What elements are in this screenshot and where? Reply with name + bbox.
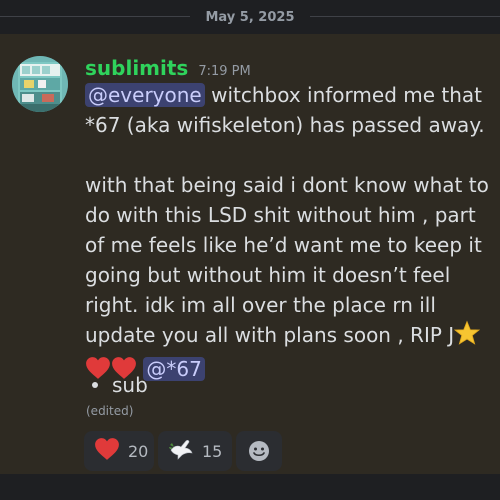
message-header: sublimits 7:19 PM xyxy=(85,56,251,80)
divider-date: May 5, 2025 xyxy=(205,9,295,25)
bullet-icon xyxy=(92,382,98,388)
reactions-bar: 20 15 xyxy=(84,431,282,471)
list-item-text: sub xyxy=(112,373,148,397)
dove-icon xyxy=(168,436,194,466)
timestamp[interactable]: 7:19 PM xyxy=(198,64,250,79)
divider-line-left xyxy=(0,16,190,17)
chat-frame: May 5, 2025 sublimits 7:19 PM @everyone … xyxy=(0,0,500,500)
avatar-image xyxy=(12,56,68,112)
edited-label[interactable]: (edited) xyxy=(86,404,133,418)
message-item[interactable]: sublimits 7:19 PM @everyone witchbox inf… xyxy=(0,34,500,474)
mention-user[interactable]: @*67 xyxy=(143,357,205,381)
red-heart-icon xyxy=(94,437,120,465)
bottom-bar xyxy=(0,474,500,500)
message-paragraph-2: with that being said i dont know what to… xyxy=(85,170,495,388)
message-content: @everyone witchbox informed me that *67 … xyxy=(85,80,495,388)
list-item: sub xyxy=(92,373,148,397)
date-divider: May 5, 2025 xyxy=(0,0,500,34)
reaction-count: 20 xyxy=(128,441,149,461)
message-paragraph-2-text: with that being said i dont know what to… xyxy=(85,173,489,347)
username[interactable]: sublimits xyxy=(85,56,188,80)
message-paragraph-1: @everyone witchbox informed me that *67 … xyxy=(85,80,495,140)
avatar[interactable] xyxy=(12,56,68,112)
reaction-heart[interactable]: 20 xyxy=(84,431,154,471)
star-emoji xyxy=(454,320,481,354)
reaction-dove[interactable]: 15 xyxy=(158,431,232,471)
add-reaction-button[interactable] xyxy=(236,431,282,471)
reaction-count: 15 xyxy=(202,441,223,461)
mention-everyone[interactable]: @everyone xyxy=(85,83,205,107)
smiley-icon xyxy=(249,441,269,461)
divider-line-right xyxy=(310,16,500,17)
